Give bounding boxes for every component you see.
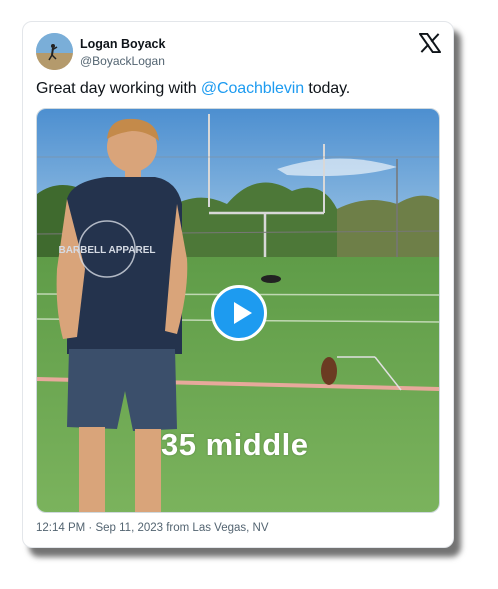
avatar[interactable] xyxy=(36,33,73,70)
tweet-meta: 12:14 PM · Sep 11, 2023 from Las Vegas, … xyxy=(36,522,269,534)
author-name[interactable]: Logan Boyack xyxy=(80,37,165,51)
shirt-graphic-text: BARBELL APPAREL xyxy=(58,245,155,256)
tweet-card[interactable]: Logan Boyack @BoyackLogan Great day work… xyxy=(22,21,454,548)
tweet-location: from Las Vegas, NV xyxy=(163,522,269,534)
tweet-date[interactable]: Sep 11, 2023 xyxy=(95,522,163,534)
video-player[interactable]: BARBELL APPAREL 35 middle xyxy=(36,108,440,513)
mention-link[interactable]: @Coachblevin xyxy=(201,80,304,97)
play-icon[interactable] xyxy=(211,285,267,341)
author-handle[interactable]: @BoyackLogan xyxy=(80,54,165,68)
tweet-text-after: today. xyxy=(304,80,351,97)
tweet-text: Great day working with @Coachblevin toda… xyxy=(36,80,350,98)
x-logo-icon[interactable] xyxy=(419,32,441,54)
tweet-text-before: Great day working with xyxy=(36,80,201,97)
video-caption: 35 middle xyxy=(161,427,309,462)
meta-separator: · xyxy=(85,522,96,534)
tweet-time[interactable]: 12:14 PM xyxy=(36,522,85,534)
